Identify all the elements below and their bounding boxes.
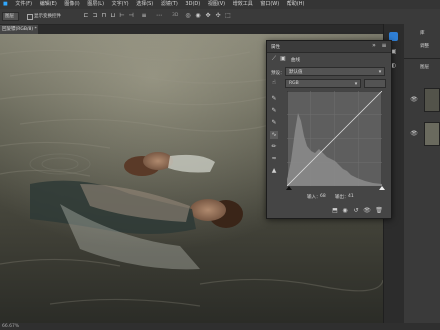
dock-libraries-label[interactable]: 库 xyxy=(420,30,425,36)
chevron-down-icon: ▾ xyxy=(354,81,358,87)
preset-value: 默认值 xyxy=(289,70,303,75)
align-top-icon[interactable]: ⊔ xyxy=(109,12,117,20)
align-bottom-icon[interactable]: ⊣ xyxy=(127,12,135,20)
curve-points-icon[interactable]: ∿ xyxy=(270,131,278,139)
document-tab-label: 回旋镖(RGB/8) * xyxy=(2,27,37,32)
3d-scale-icon[interactable]: ⬚ xyxy=(224,12,232,20)
tool-dropdown-label: 图层 xyxy=(5,14,14,19)
show-transform-checkbox[interactable] xyxy=(27,14,33,20)
eyedropper-black-icon[interactable]: ✎ xyxy=(270,95,278,103)
input-value[interactable]: 68 xyxy=(320,194,326,199)
black-point-slider[interactable] xyxy=(286,186,292,190)
ps-logo[interactable]: ■ xyxy=(3,0,8,9)
white-point-slider[interactable] xyxy=(379,186,385,190)
menu-plugins[interactable]: 增效工具 xyxy=(233,0,253,9)
show-transform-label: 显示变换控件 xyxy=(34,14,61,19)
mask-icon[interactable]: ▣ xyxy=(279,55,287,63)
menu-bar: ■ 文件(F) 编辑(E) 图像(I) 图层(L) 文字(Y) 选择(S) 滤镜… xyxy=(0,0,440,9)
layer-thumbnail-1[interactable] xyxy=(424,88,440,112)
eyedropper-white-icon[interactable]: ✎ xyxy=(270,119,278,127)
dock-layers-label[interactable]: 图层 xyxy=(420,64,429,70)
align-right-icon[interactable]: ⊓ xyxy=(100,12,108,20)
properties-type-row: ⟋ ▣ 曲线 xyxy=(267,53,391,65)
3d-roll-icon[interactable]: ◉ xyxy=(194,12,202,20)
panel-collapse-icon[interactable]: » xyxy=(370,42,378,50)
menu-edit[interactable]: 编辑(E) xyxy=(40,0,57,9)
tool-dropdown[interactable]: 图层 xyxy=(2,12,19,21)
zoom-level[interactable]: 66.67% xyxy=(2,324,19,329)
channel-dropdown[interactable]: RGB ▾ xyxy=(285,79,361,88)
menu-view[interactable]: 视图(V) xyxy=(208,0,225,9)
adjustment-type-label: 曲线 xyxy=(291,58,300,63)
visibility-icon[interactable]: 👁 xyxy=(363,207,371,215)
menu-file[interactable]: 文件(F) xyxy=(15,0,32,9)
panel-menu-icon[interactable]: ≡ xyxy=(380,42,388,50)
layer-visibility-icon[interactable]: 👁 xyxy=(410,130,418,138)
more-options-icon[interactable]: ⋯ xyxy=(155,12,163,20)
smooth-icon[interactable]: ≈ xyxy=(270,155,278,163)
dock-adjustments-label[interactable]: 调整 xyxy=(420,43,429,49)
distribute-icon[interactable]: ≡ xyxy=(140,12,148,20)
on-image-adjust-icon[interactable]: ☝ xyxy=(270,79,278,87)
options-bar: 图层 显示变换控件 ⊏ ⊐ ⊓ ⊔ ⊢ ⊣ ≡ ⋯ 3D ◎ ◉ ✥ ✣ ⬚ xyxy=(0,9,440,25)
auto-button[interactable]: 自动 xyxy=(364,79,386,97)
delete-icon[interactable]: 🗑 xyxy=(375,207,383,215)
menu-window[interactable]: 窗口(W) xyxy=(260,0,279,9)
output-value[interactable]: 41 xyxy=(348,194,354,199)
output-label: 输出： xyxy=(335,195,349,200)
tab-strip xyxy=(38,25,383,34)
3d-mode-label: 3D xyxy=(172,13,179,18)
eyedropper-gray-icon[interactable]: ✎ xyxy=(270,107,278,115)
preset-label: 预设： xyxy=(271,71,285,76)
right-dock: 库 调整 图层 👁 👁 xyxy=(404,24,440,323)
clipping-warning-icon[interactable]: ▲ xyxy=(270,167,278,175)
menu-filter[interactable]: 滤镜(T) xyxy=(161,0,178,9)
layer-visibility-icon[interactable]: 👁 xyxy=(410,96,418,104)
menu-layer[interactable]: 图层(L) xyxy=(87,0,104,9)
preset-dropdown[interactable]: 默认值 ▾ xyxy=(285,67,385,76)
3d-pan-icon[interactable]: ✥ xyxy=(204,12,212,20)
properties-panel: 属性 » ≡ ⟋ ▣ 曲线 预设： 默认值 ▾ ☝ RGB ▾ 自动 ✎ ✎ ✎… xyxy=(266,40,392,219)
properties-panel-header[interactable]: 属性 » ≡ xyxy=(267,41,391,53)
pencil-icon[interactable]: ✏ xyxy=(270,143,278,151)
chevron-down-icon: ▾ xyxy=(378,69,382,75)
adjustment-icon: ⟋ xyxy=(271,55,277,62)
menu-help[interactable]: 帮助(H) xyxy=(287,0,305,9)
status-bar: 66.67% xyxy=(0,323,440,330)
align-center-icon[interactable]: ⊐ xyxy=(91,12,99,20)
3d-orbit-icon[interactable]: ◎ xyxy=(184,12,192,20)
menu-select[interactable]: 选择(S) xyxy=(136,0,153,9)
clip-to-layer-icon[interactable]: ⬒ xyxy=(331,207,339,215)
channel-value: RGB xyxy=(289,81,299,86)
document-tab[interactable]: 回旋镖(RGB/8) * xyxy=(0,25,38,34)
menu-type[interactable]: 文字(Y) xyxy=(112,0,129,9)
curves-graph[interactable] xyxy=(287,91,382,186)
dock-divider xyxy=(404,58,440,59)
layer-thumbnail-2[interactable] xyxy=(424,122,440,146)
properties-panel-title: 属性 xyxy=(271,45,280,50)
3d-slide-icon[interactable]: ✣ xyxy=(214,12,222,20)
view-previous-icon[interactable]: ◉ xyxy=(341,207,349,215)
input-label: 输入： xyxy=(307,195,321,200)
menu-image[interactable]: 图像(I) xyxy=(64,0,79,9)
reset-icon[interactable]: ↺ xyxy=(352,207,360,215)
align-middle-icon[interactable]: ⊢ xyxy=(118,12,126,20)
align-left-icon[interactable]: ⊏ xyxy=(82,12,90,20)
menu-3d[interactable]: 3D(D) xyxy=(185,0,200,9)
